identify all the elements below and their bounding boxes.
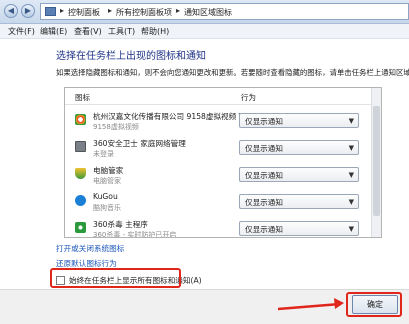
annotation-arrow-icon: [277, 298, 344, 311]
